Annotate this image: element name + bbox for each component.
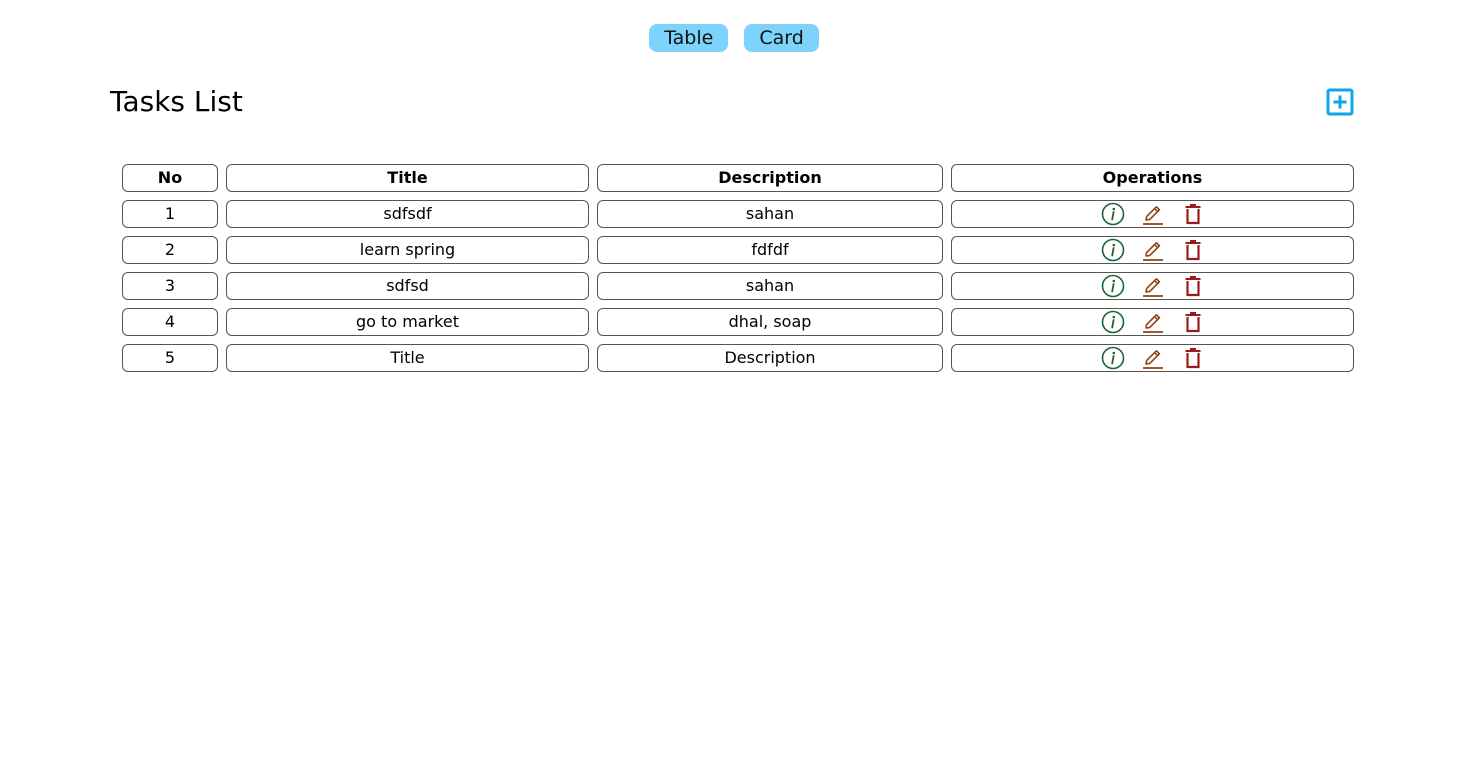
edit-button[interactable]	[1141, 238, 1165, 262]
task-operations	[951, 272, 1354, 300]
info-circle-icon	[1101, 202, 1125, 226]
trash-icon	[1181, 202, 1205, 226]
info-circle-icon	[1101, 274, 1125, 298]
task-description: sahan	[597, 272, 943, 300]
task-description: sahan	[597, 200, 943, 228]
task-title: go to market	[226, 308, 589, 336]
trash-icon	[1181, 238, 1205, 262]
header-operations: Operations	[951, 164, 1354, 192]
task-no: 2	[122, 236, 218, 264]
table-row: 2 learn spring fdfdf	[122, 236, 1354, 264]
task-no: 1	[122, 200, 218, 228]
info-circle-icon	[1101, 346, 1125, 370]
tasks-table: No Title Description Operations 1 sdfsdf…	[114, 156, 1362, 380]
task-no: 5	[122, 344, 218, 372]
pencil-icon	[1141, 274, 1165, 298]
task-title: learn spring	[226, 236, 589, 264]
delete-button[interactable]	[1181, 202, 1205, 226]
view-toggle: Table Card	[0, 24, 1468, 52]
operations-group	[952, 309, 1353, 335]
table-body: 1 sdfsdf sahan 2 learn spring fdfdf 3 sd…	[122, 200, 1354, 372]
task-title: Title	[226, 344, 589, 372]
info-circle-icon	[1101, 310, 1125, 334]
pencil-icon	[1141, 346, 1165, 370]
operations-group	[952, 237, 1353, 263]
add-task-button[interactable]	[1326, 88, 1354, 116]
pencil-icon	[1141, 202, 1165, 226]
task-description: dhal, soap	[597, 308, 943, 336]
task-no: 4	[122, 308, 218, 336]
table-view-button[interactable]: Table	[649, 24, 729, 52]
table-row: 1 sdfsdf sahan	[122, 200, 1354, 228]
info-button[interactable]	[1101, 346, 1125, 370]
delete-button[interactable]	[1181, 346, 1205, 370]
table-header-row: No Title Description Operations	[122, 164, 1354, 192]
task-operations	[951, 344, 1354, 372]
edit-button[interactable]	[1141, 346, 1165, 370]
edit-button[interactable]	[1141, 202, 1165, 226]
operations-group	[952, 201, 1353, 227]
operations-group	[952, 273, 1353, 299]
plus-square-icon	[1326, 88, 1354, 116]
task-operations	[951, 236, 1354, 264]
table-row: 4 go to market dhal, soap	[122, 308, 1354, 336]
info-button[interactable]	[1101, 202, 1125, 226]
task-title: sdfsdf	[226, 200, 589, 228]
delete-button[interactable]	[1181, 274, 1205, 298]
task-no: 3	[122, 272, 218, 300]
task-title: sdfsd	[226, 272, 589, 300]
card-view-button[interactable]: Card	[744, 24, 819, 52]
trash-icon	[1181, 346, 1205, 370]
header-description: Description	[597, 164, 943, 192]
table-row: 3 sdfsd sahan	[122, 272, 1354, 300]
task-description: fdfdf	[597, 236, 943, 264]
info-button[interactable]	[1101, 310, 1125, 334]
trash-icon	[1181, 310, 1205, 334]
delete-button[interactable]	[1181, 238, 1205, 262]
info-circle-icon	[1101, 238, 1125, 262]
trash-icon	[1181, 274, 1205, 298]
delete-button[interactable]	[1181, 310, 1205, 334]
info-button[interactable]	[1101, 274, 1125, 298]
header-title: Title	[226, 164, 589, 192]
edit-button[interactable]	[1141, 274, 1165, 298]
pencil-icon	[1141, 238, 1165, 262]
task-operations	[951, 200, 1354, 228]
page-title: Tasks List	[110, 85, 243, 118]
header-no: No	[122, 164, 218, 192]
pencil-icon	[1141, 310, 1165, 334]
info-button[interactable]	[1101, 238, 1125, 262]
edit-button[interactable]	[1141, 310, 1165, 334]
table-row: 5 Title Description	[122, 344, 1354, 372]
task-description: Description	[597, 344, 943, 372]
task-operations	[951, 308, 1354, 336]
operations-group	[952, 345, 1353, 371]
